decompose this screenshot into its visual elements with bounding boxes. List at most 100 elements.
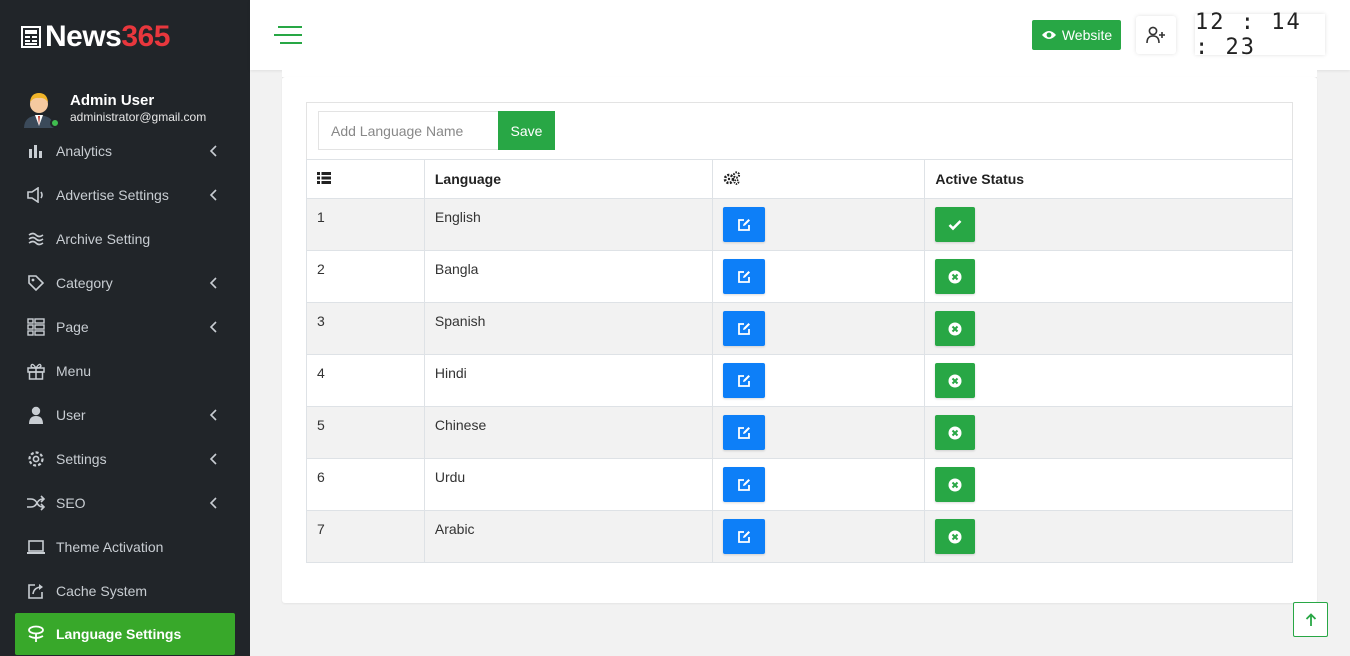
sidebar-item-label: Advertise Settings: [56, 187, 169, 203]
row-language: Hindi: [423, 354, 713, 407]
row-language: Arabic: [423, 510, 713, 563]
save-button[interactable]: Save: [498, 111, 555, 150]
sidebar-item-category[interactable]: Category: [15, 262, 235, 304]
user-name: Admin User: [70, 91, 155, 109]
sidebar-item-advertise-settings[interactable]: Advertise Settings: [15, 174, 235, 216]
scroll-to-top-button[interactable]: [1293, 602, 1328, 637]
user-profile[interactable]: Admin User administrator@gmail.com: [20, 88, 206, 128]
edit-button[interactable]: [722, 207, 765, 242]
brand-name: News365: [45, 20, 170, 53]
chevron-left-icon: [209, 145, 217, 157]
edit-icon: [737, 322, 750, 335]
avatar: [20, 88, 60, 128]
times-circle-icon: [948, 270, 962, 283]
row-index: 4: [306, 354, 425, 407]
sidebar-item-label: Settings: [56, 451, 107, 467]
edit-icon: [737, 530, 750, 543]
inactive-status-button[interactable]: [935, 519, 976, 554]
sidebar-item-label: Page: [56, 319, 89, 335]
sidebar-item-label: Menu: [56, 363, 92, 379]
sidebar-item-label: Archive Setting: [56, 231, 151, 247]
sidebar-item-analytics[interactable]: Analytics: [15, 134, 235, 172]
edit-icon: [737, 218, 750, 231]
tag-icon: [26, 273, 46, 293]
digital-clock: 12 : 14 : 23: [1195, 10, 1325, 60]
row-status: [924, 510, 1293, 563]
times-circle-icon: [948, 322, 962, 335]
row-status: [924, 198, 1293, 251]
shuffle-icon: [26, 493, 46, 513]
edit-button[interactable]: [722, 311, 765, 346]
chevron-left-icon: [209, 321, 217, 333]
row-language: Urdu: [423, 458, 713, 511]
gift-icon: [26, 361, 46, 381]
bar-chart-icon: [26, 141, 46, 161]
row-actions: [711, 302, 926, 355]
arrow-up-icon: [1305, 612, 1316, 626]
row-status: [924, 302, 1293, 355]
sidebar-item-settings[interactable]: Settings: [15, 438, 235, 480]
brand-logo[interactable]: News365: [21, 20, 170, 54]
row-actions: [711, 354, 926, 407]
sidebar-item-cache-system[interactable]: Cache System: [15, 570, 235, 612]
edit-icon: [737, 478, 750, 491]
gears-icon: [723, 170, 740, 185]
row-language: Bangla: [423, 250, 713, 303]
edit-icon: [737, 426, 750, 439]
newspaper-icon: [21, 26, 41, 48]
times-circle-icon: [948, 478, 962, 491]
language-name-input[interactable]: [318, 111, 499, 150]
check-icon: [948, 219, 962, 230]
website-button[interactable]: Website: [1032, 20, 1121, 50]
row-index: 2: [306, 250, 425, 303]
sidebar-item-label: Language Settings: [56, 626, 182, 642]
edit-button[interactable]: [722, 415, 765, 450]
inactive-status-button[interactable]: [935, 415, 976, 450]
row-language: Chinese: [423, 406, 713, 459]
eye-icon: [1041, 31, 1056, 39]
edit-icon: [737, 374, 750, 387]
sidebar-item-label: Theme Activation: [56, 539, 164, 555]
times-circle-icon: [948, 530, 962, 543]
edit-icon: [737, 270, 750, 283]
sidebar-item-menu[interactable]: Menu: [15, 350, 235, 392]
edit-button[interactable]: [722, 467, 765, 502]
chevron-left-icon: [209, 189, 217, 201]
megaphone-icon: [26, 185, 46, 205]
sidebar-item-language-settings[interactable]: Language Settings: [15, 613, 235, 655]
row-index: 3: [306, 302, 425, 355]
inactive-status-button[interactable]: [935, 467, 976, 502]
page-list-icon: [26, 317, 46, 337]
user-icon: [26, 405, 46, 425]
website-button-label: Website: [1061, 27, 1113, 43]
table-row: 5 Chinese: [306, 406, 1293, 459]
table-row: 6 Urdu: [306, 458, 1293, 511]
row-index: 1: [306, 198, 425, 251]
inactive-status-button[interactable]: [935, 311, 976, 346]
row-status: [924, 458, 1293, 511]
table-row: 7 Arabic: [306, 510, 1293, 563]
sidebar-item-seo[interactable]: SEO: [15, 482, 235, 524]
row-language: English: [423, 198, 713, 251]
edit-button[interactable]: [722, 363, 765, 398]
column-header-index: [306, 159, 425, 199]
row-language: Spanish: [423, 302, 713, 355]
edit-button[interactable]: [722, 519, 765, 554]
row-actions: [711, 406, 926, 459]
add-language-form: Save: [306, 102, 1293, 159]
hamburger-menu-icon[interactable]: [274, 24, 304, 46]
topbar: Website 12 : 14 : 23: [250, 0, 1350, 70]
sidebar-item-theme-activation[interactable]: Theme Activation: [15, 526, 235, 568]
edit-button[interactable]: [722, 259, 765, 294]
sidebar-item-page[interactable]: Page: [15, 306, 235, 348]
active-status-button[interactable]: [935, 207, 976, 242]
user-email: administrator@gmail.com: [70, 109, 207, 124]
share-square-icon: [26, 581, 46, 601]
inactive-status-button[interactable]: [935, 363, 976, 398]
inactive-status-button[interactable]: [935, 259, 976, 294]
sidebar-item-archive-setting[interactable]: Archive Setting: [15, 218, 235, 260]
sidebar-item-user[interactable]: User: [15, 394, 235, 436]
add-user-button[interactable]: [1136, 16, 1176, 54]
column-header-actions: [711, 159, 926, 199]
chevron-left-icon: [209, 497, 217, 509]
